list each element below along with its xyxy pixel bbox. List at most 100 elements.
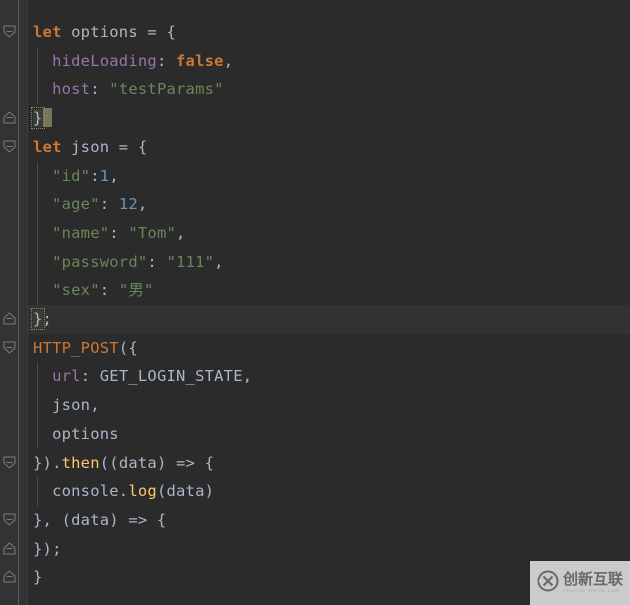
code-content-area[interactable]: let options = { hideLoading: false, host…: [28, 0, 630, 605]
code-token: 12: [118, 195, 138, 214]
code-line-text: let options = {: [28, 18, 176, 47]
code-token: log: [128, 482, 157, 501]
code-token: }: [31, 107, 45, 130]
code-token: "男": [118, 281, 154, 300]
code-token: :: [80, 367, 100, 386]
code-token: "name": [52, 223, 110, 242]
editor-gutter[interactable]: [0, 0, 28, 605]
code-line[interactable]: "age": 12,: [28, 190, 630, 219]
code-token: 1: [99, 166, 110, 185]
fold-collapse-down-icon[interactable]: [2, 455, 19, 472]
code-line[interactable]: }: [28, 104, 630, 133]
code-token: :: [147, 252, 167, 271]
code-token: let: [33, 137, 62, 156]
code-token: :: [90, 80, 110, 99]
code-token: json,: [33, 396, 100, 415]
fold-expand-up-icon[interactable]: [2, 541, 19, 558]
fold-collapse-down-icon[interactable]: [2, 340, 19, 357]
code-token: url: [52, 367, 81, 386]
code-line-text: };: [28, 305, 52, 334]
fold-expand-up-icon[interactable]: [2, 110, 19, 127]
code-line-text: "id":1,: [28, 162, 119, 191]
code-token: options = {: [61, 23, 176, 41]
code-line[interactable]: options: [28, 420, 630, 449]
watermark: 创新互联 CHUANG XIN HU LIAN: [530, 561, 630, 605]
code-token: :: [156, 51, 177, 70]
code-token: false: [176, 51, 224, 70]
code-line-text: "password": "111",: [28, 248, 224, 277]
code-token: "age": [52, 195, 100, 214]
code-token: let: [33, 23, 62, 41]
code-token: }: [31, 308, 45, 330]
code-token: ({: [118, 338, 138, 357]
code-token: "111": [166, 252, 215, 271]
code-line[interactable]: HTTP_POST({: [28, 334, 630, 363]
fold-expand-up-icon[interactable]: [2, 311, 19, 328]
code-token: "password": [52, 252, 148, 271]
code-line[interactable]: let json = {: [28, 133, 630, 162]
code-line-text: }).then((data) => {: [28, 449, 214, 478]
code-line[interactable]: "password": "111",: [28, 248, 630, 277]
code-line[interactable]: "id":1,: [28, 162, 630, 191]
code-token: host: [52, 80, 91, 99]
code-line-text: "age": 12,: [28, 190, 147, 219]
code-token: ,: [223, 51, 234, 70]
code-line-text: json,: [28, 391, 100, 420]
fold-collapse-down-icon[interactable]: [2, 24, 19, 41]
code-token: console.: [33, 482, 129, 501]
code-line[interactable]: });: [28, 535, 630, 564]
circle-x-logo-icon: [537, 570, 559, 596]
code-line-text: "sex": "男": [28, 276, 154, 305]
code-token: ,: [176, 223, 186, 242]
code-token: "id": [52, 166, 91, 185]
code-token: GET_LOGIN_STATE: [99, 367, 243, 386]
code-token: ((data) => {: [99, 453, 215, 472]
code-token: hideLoading: [52, 51, 157, 70]
code-token: json = {: [61, 137, 148, 156]
code-editor[interactable]: let options = { hideLoading: false, host…: [0, 0, 630, 605]
code-token: HTTP_POST: [33, 338, 119, 357]
code-line[interactable]: let options = {: [28, 18, 630, 47]
code-token: ;: [42, 310, 53, 328]
watermark-subtitle: CHUANG XIN HU LIAN: [562, 588, 620, 594]
code-line[interactable]: console.log(data): [28, 477, 630, 506]
code-token: "testParams": [109, 80, 224, 99]
code-line-text: });: [28, 535, 62, 564]
code-token: ,: [109, 166, 119, 185]
fold-collapse-down-icon[interactable]: [2, 139, 19, 156]
code-line[interactable]: }, (data) => {: [28, 506, 630, 535]
code-line[interactable]: json,: [28, 391, 630, 420]
code-line-text: }, (data) => {: [28, 506, 166, 535]
code-line[interactable]: url: GET_LOGIN_STATE,: [28, 362, 630, 391]
code-line[interactable]: host: "testParams": [28, 75, 630, 104]
code-token: :: [99, 281, 119, 300]
code-line-text: host: "testParams": [28, 75, 224, 104]
code-token: (data): [156, 482, 215, 501]
code-line[interactable]: }).then((data) => {: [28, 449, 630, 478]
code-line[interactable]: };: [28, 305, 630, 334]
code-line[interactable]: "name": "Tom",: [28, 219, 630, 248]
code-token: ,: [137, 195, 148, 214]
code-line-text: hideLoading: false,: [28, 47, 233, 76]
code-token: :: [90, 166, 100, 185]
code-token: ,: [214, 252, 224, 271]
watermark-title: 创新互联: [562, 570, 623, 589]
code-line[interactable]: "sex": "男": [28, 276, 630, 305]
code-line-text: }: [28, 563, 43, 592]
fold-collapse-down-icon[interactable]: [2, 512, 19, 529]
code-line[interactable]: hideLoading: false,: [28, 47, 630, 76]
code-token: "Tom": [128, 223, 177, 242]
code-token: }: [33, 568, 43, 587]
code-line-text: console.log(data): [28, 477, 214, 506]
code-token: "sex": [52, 281, 100, 300]
code-line-text: }: [28, 104, 52, 133]
fold-expand-up-icon[interactable]: [2, 569, 19, 586]
code-token: :: [99, 195, 119, 214]
